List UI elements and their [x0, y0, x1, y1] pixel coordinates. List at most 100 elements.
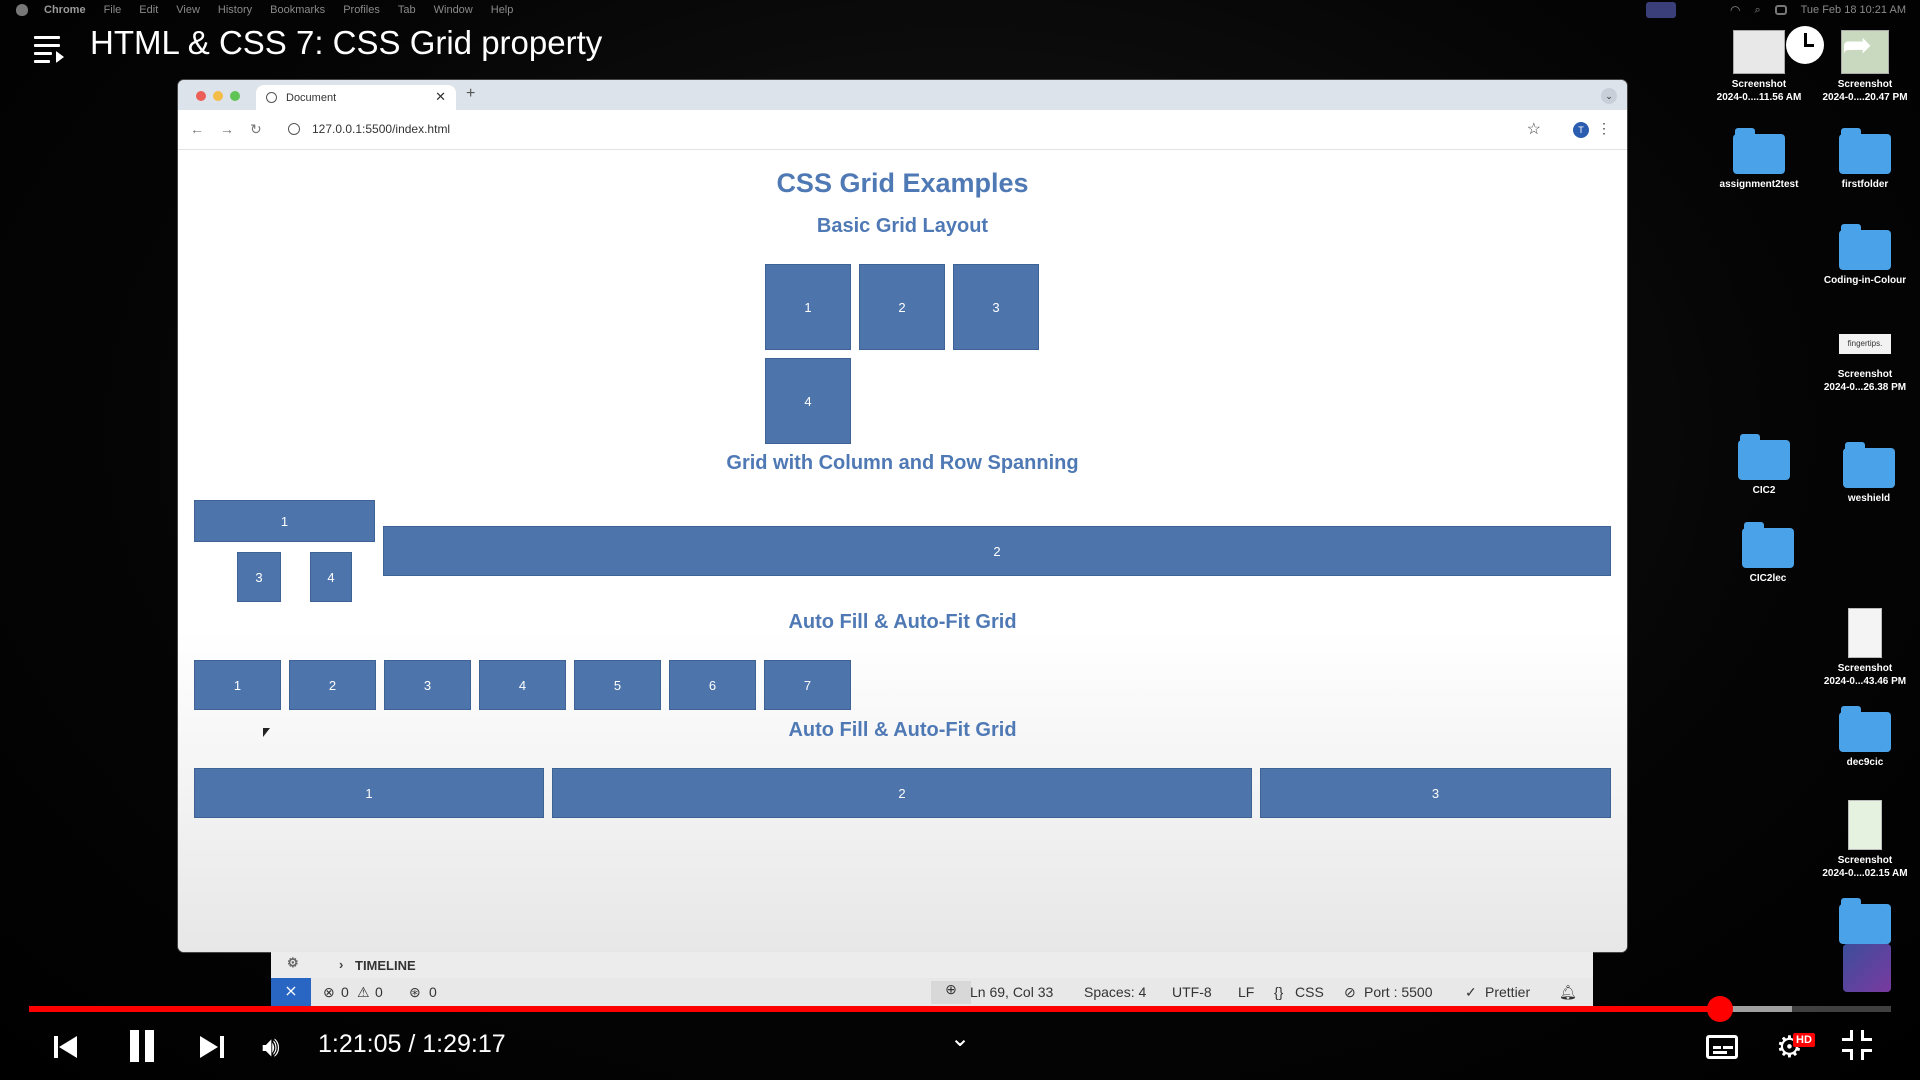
timeline-panel-header[interactable]: ⚙ › TIMELINE	[271, 952, 1593, 978]
page-title: CSS Grid Examples	[776, 168, 1029, 198]
video-title[interactable]: HTML & CSS 7: CSS Grid property	[90, 24, 602, 62]
menu-edit[interactable]: Edit	[139, 4, 158, 16]
grid-item: 5	[574, 660, 661, 710]
control-center-icon[interactable]	[1774, 5, 1787, 15]
url-field[interactable]: 127.0.0.1:5500/index.html	[312, 122, 450, 136]
bookmark-star-icon[interactable]: ☆	[1527, 119, 1541, 139]
cursor-position[interactable]: Ln 69, Col 33	[970, 984, 1053, 1000]
formatter[interactable]: Prettier	[1485, 984, 1530, 1000]
zoom-window-button[interactable]	[230, 91, 240, 101]
desktop-item-sublabel: 2024-0...43.46 PM	[1823, 676, 1907, 687]
chevron-down-icon[interactable]: ⌄	[950, 1024, 970, 1053]
desktop-item-label: Screenshot	[1837, 855, 1893, 866]
line-ending[interactable]: LF	[1238, 984, 1254, 1000]
desktop-item[interactable]: CIC2lec	[1718, 522, 1818, 585]
timeline-label: TIMELINE	[355, 958, 416, 973]
browser-tab-bar: Document ✕ + ⌄	[178, 80, 1627, 110]
time-current: 1:21:05	[318, 1030, 402, 1058]
volume-icon[interactable]: 🔊︎	[262, 1031, 280, 1064]
share-icon[interactable]: ➦	[1842, 24, 1872, 66]
zoom-icon[interactable]: ⊕	[931, 981, 971, 1004]
desktop-image-icon[interactable]	[1843, 944, 1891, 992]
menu-tab[interactable]: Tab	[398, 4, 416, 16]
minimize-window-button[interactable]	[213, 91, 223, 101]
menu-profiles[interactable]: Profiles	[343, 4, 380, 16]
grid-item: 4	[765, 358, 851, 444]
language-mode[interactable]: CSS	[1295, 984, 1324, 1000]
menu-view[interactable]: View	[176, 4, 200, 16]
reload-icon[interactable]: ↻	[250, 121, 262, 138]
encoding[interactable]: UTF-8	[1172, 984, 1212, 1000]
forward-arrow-icon[interactable]: →	[220, 121, 234, 137]
close-tab-icon[interactable]: ✕	[435, 89, 446, 105]
browser-tab[interactable]: Document ✕	[256, 85, 456, 110]
menu-window[interactable]: Window	[434, 4, 473, 16]
desktop-item[interactable]: Screenshot 2024-0...43.46 PM	[1815, 608, 1915, 688]
desktop-item[interactable]: fingertips. Screenshot 2024-0...26.38 PM	[1815, 334, 1915, 394]
check-icon: ✓	[1465, 984, 1477, 1000]
grid-item: 1	[194, 500, 375, 542]
exit-fullscreen-icon[interactable]	[1842, 1030, 1872, 1060]
desktop-item-label: assignment2test	[1719, 179, 1799, 190]
apple-icon[interactable]	[16, 4, 28, 16]
desktop-item[interactable]: firstfolder	[1815, 128, 1915, 191]
desktop-item[interactable]: weshield	[1819, 442, 1919, 505]
new-tab-button[interactable]: +	[466, 85, 475, 103]
error-count[interactable]: 0	[341, 984, 349, 1000]
screen-share-icon[interactable]	[1645, 2, 1676, 18]
tab-search-chevron-icon[interactable]: ⌄	[1601, 88, 1617, 104]
section-heading-basic-grid: Basic Grid Layout	[816, 215, 989, 237]
document-thumbnail-icon	[1848, 608, 1882, 658]
progress-played	[29, 1006, 1720, 1012]
grid-item: 1	[194, 768, 544, 818]
grid-item: 6	[669, 660, 756, 710]
indentation[interactable]: Spaces: 4	[1084, 984, 1146, 1000]
browser-window: Document ✕ + ⌄ ← → ↻ 127.0.0.1:5500/inde…	[178, 80, 1627, 952]
menu-file[interactable]: File	[104, 4, 122, 16]
progress-scrubber[interactable]	[1706, 996, 1733, 1022]
desktop-item[interactable]: CIC2	[1714, 434, 1814, 497]
broadcast-icon: ⊘	[1344, 984, 1356, 1000]
warning-icon[interactable]: ⚠	[357, 984, 370, 1001]
live-server-port[interactable]: Port : 5500	[1364, 984, 1433, 1000]
profile-avatar[interactable]: T	[1573, 122, 1589, 138]
menu-help[interactable]: Help	[491, 4, 514, 16]
section-heading-auto-fill: Auto Fill & Auto-Fit Grid	[788, 611, 1017, 633]
desktop-item[interactable]	[1815, 898, 1915, 948]
next-icon[interactable]	[200, 1034, 226, 1060]
desktop-item[interactable]: Coding-in-Colour	[1815, 224, 1915, 287]
browser-menu-icon[interactable]: ⋮	[1597, 120, 1611, 137]
pause-icon[interactable]	[128, 1030, 156, 1062]
grid-item: 2	[289, 660, 376, 710]
desktop-item-label: Screenshot	[1731, 79, 1787, 90]
ports-icon[interactable]: ⊛	[409, 984, 421, 1001]
menu-bookmarks[interactable]: Bookmarks	[270, 4, 325, 16]
grid-item: 1	[194, 660, 281, 710]
settings-gear-icon[interactable]: ⚙	[287, 955, 299, 971]
remote-icon[interactable]: ⨯	[271, 978, 311, 1007]
video-progress-bar[interactable]	[29, 996, 1891, 1022]
previous-icon[interactable]	[54, 1034, 80, 1060]
desktop-item-label: Screenshot	[1837, 369, 1893, 380]
wifi-icon[interactable]: ◠	[1730, 3, 1740, 17]
bell-icon[interactable]: 🔔︎	[1559, 984, 1577, 1001]
close-window-button[interactable]	[196, 91, 206, 101]
spotlight-icon[interactable]: ⌕	[1754, 4, 1760, 17]
menu-history[interactable]: History	[218, 4, 252, 16]
desktop-item-sublabel: 2024-0....20.47 PM	[1822, 92, 1908, 103]
ports-count[interactable]: 0	[429, 984, 437, 1000]
vscode-window: ⚙ › TIMELINE ⨯ ⊗ 0 ⚠ 0 ⊛ 0 ⊕ Ln 69, Col …	[271, 952, 1593, 1007]
grid-item: 2	[383, 526, 1611, 576]
desktop-item[interactable]: assignment2test	[1709, 128, 1809, 191]
site-info-icon[interactable]	[288, 123, 300, 135]
subtitles-icon[interactable]	[1706, 1035, 1738, 1059]
error-icon[interactable]: ⊗	[323, 984, 335, 1001]
playlist-menu-icon[interactable]	[34, 34, 64, 64]
desktop-item-label: Coding-in-Colour	[1823, 275, 1907, 286]
menu-app-name[interactable]: Chrome	[44, 4, 86, 16]
warning-count[interactable]: 0	[375, 984, 383, 1000]
desktop-item[interactable]: Screenshot 2024-0....02.15 AM	[1815, 800, 1915, 880]
back-arrow-icon[interactable]: ←	[190, 121, 204, 137]
menubar-datetime[interactable]: Tue Feb 18 10:21 AM	[1801, 4, 1906, 16]
desktop-item[interactable]: dec9cic	[1815, 706, 1915, 769]
